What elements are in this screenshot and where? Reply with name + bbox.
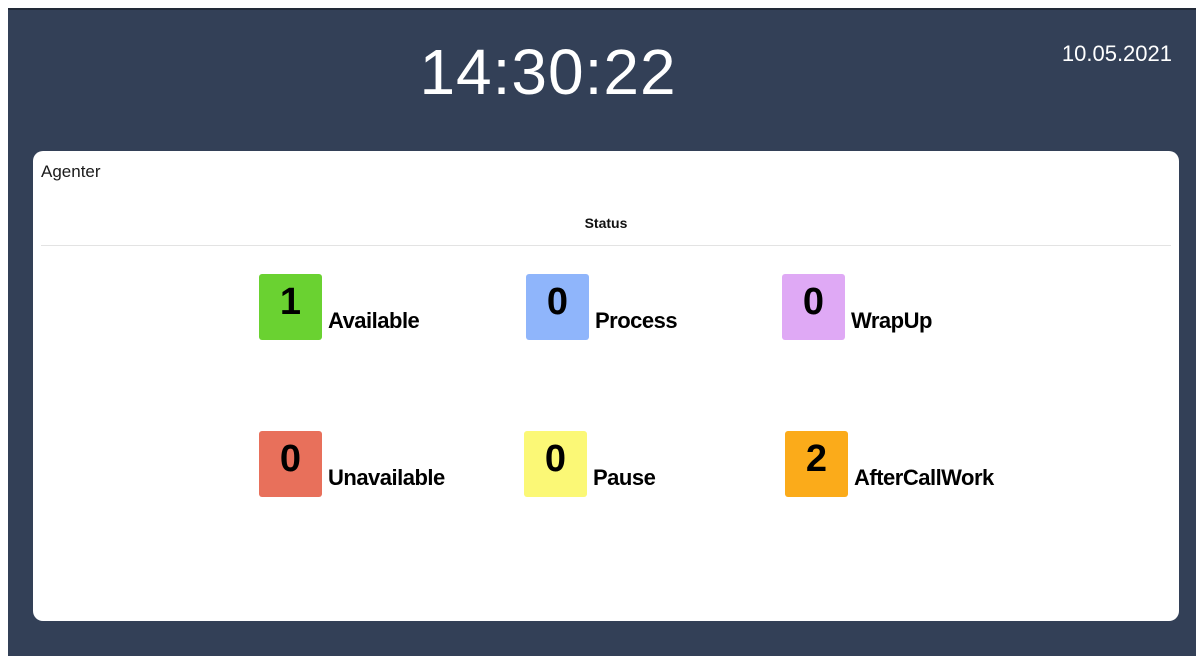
- status-label: Unavailable: [328, 465, 445, 490]
- status-count-box: 1: [259, 274, 322, 340]
- status-count-box: 2: [785, 431, 848, 497]
- clock-time: 14:30:22: [419, 36, 677, 108]
- dashboard-screen: 14:30:22 10.05.2021 Agenter Status 1 Ava…: [8, 10, 1196, 656]
- status-label: WrapUp: [851, 308, 932, 333]
- panel-title: Agenter: [41, 162, 101, 181]
- status-count-box: 0: [259, 431, 322, 497]
- status-label: Process: [595, 308, 678, 333]
- status-count-box: 0: [782, 274, 845, 340]
- status-count-box: 0: [524, 431, 587, 497]
- header-divider: [41, 245, 1171, 246]
- agents-panel: Agenter Status 1 Available 0 Process 0 W…: [33, 151, 1179, 621]
- status-label: Pause: [593, 465, 656, 490]
- status-label: AfterCallWork: [854, 465, 994, 490]
- status-count-box: 0: [526, 274, 589, 340]
- clock-date: 10.05.2021: [1061, 41, 1172, 66]
- status-column-header: Status: [584, 215, 628, 231]
- status-label: Available: [328, 308, 420, 333]
